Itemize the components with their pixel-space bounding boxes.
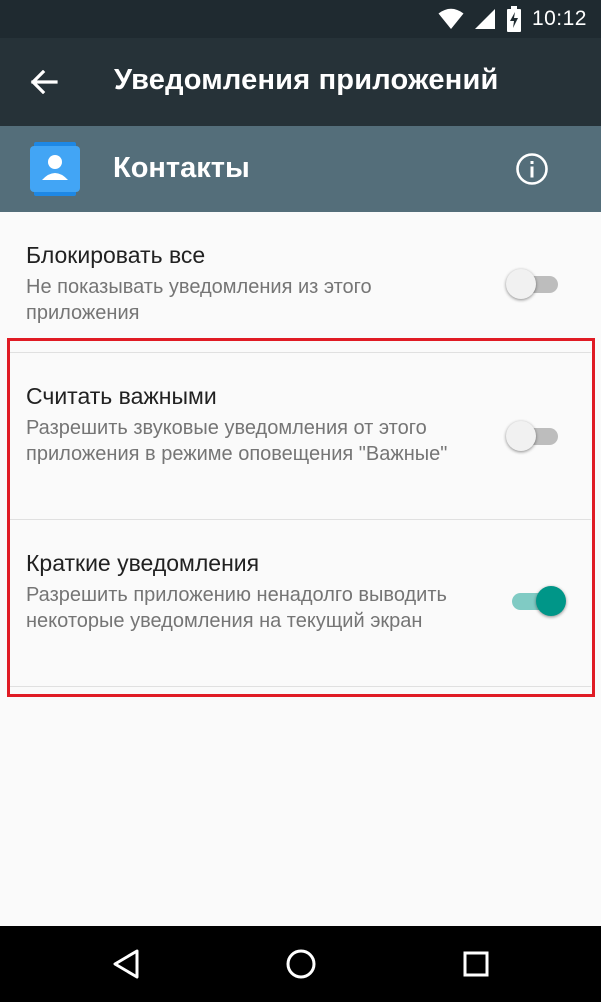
setting-peek[interactable]: Краткие уведомления Разрешить приложению…	[0, 520, 601, 687]
nav-home-button[interactable]	[275, 938, 327, 990]
setting-title: Считать важными	[26, 383, 217, 409]
settings-list: Блокировать все Не показывать уведомлени…	[0, 212, 601, 926]
setting-block-all[interactable]: Блокировать все Не показывать уведомлени…	[0, 212, 601, 353]
signal-icon	[474, 9, 495, 29]
switch-thumb	[506, 269, 536, 299]
setting-subtitle: Разрешить звуковые уведомления от этого …	[26, 417, 448, 465]
setting-title: Блокировать все	[26, 242, 206, 268]
wifi-icon	[438, 8, 464, 29]
status-icons: 10:12	[438, 6, 587, 32]
home-circle-icon	[286, 949, 316, 979]
status-bar: 10:12	[0, 0, 601, 38]
app-info-button[interactable]	[510, 147, 554, 191]
arrow-left-icon	[30, 70, 58, 94]
back-triangle-icon	[113, 949, 139, 979]
recents-square-icon	[463, 951, 489, 977]
nav-back-button[interactable]	[100, 938, 152, 990]
peek-switch[interactable]	[506, 584, 566, 618]
divider	[10, 686, 591, 687]
info-icon	[516, 153, 548, 185]
priority-switch[interactable]	[506, 419, 562, 453]
back-button[interactable]	[22, 60, 66, 104]
toolbar: Уведомления приложений	[0, 38, 601, 126]
contacts-app-icon	[30, 142, 80, 196]
setting-subtitle: Разрешить приложению ненадолго выводить …	[26, 584, 447, 632]
switch-thumb	[506, 421, 536, 451]
setting-title: Краткие уведомления	[26, 550, 260, 576]
app-name: Контакты	[113, 152, 250, 184]
app-header: Контакты	[0, 126, 601, 212]
block-all-switch[interactable]	[506, 267, 562, 301]
battery-charging-icon	[506, 6, 521, 32]
switch-thumb	[536, 586, 566, 616]
setting-priority[interactable]: Считать важными Разрешить звуковые уведо…	[0, 353, 601, 520]
navigation-bar	[0, 926, 601, 1002]
nav-recents-button[interactable]	[450, 938, 502, 990]
page-title: Уведомления приложений	[114, 64, 499, 96]
status-time: 10:12	[531, 7, 587, 30]
setting-subtitle: Не показывать уведомления из этого прило…	[26, 276, 372, 324]
